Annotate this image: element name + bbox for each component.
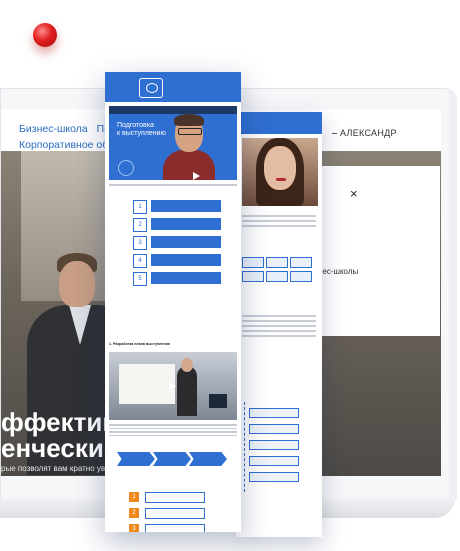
diagram-box [290, 257, 312, 268]
close-icon[interactable]: × [350, 186, 358, 201]
process-chevrons [117, 452, 227, 466]
chevron-step [189, 452, 227, 466]
diagram-box [266, 271, 288, 282]
flow-number: 3 [129, 524, 139, 532]
document-preview-main: Подготовка к выступлению 1 2 3 4 5 1. Ра… [105, 72, 241, 532]
flow-number: 1 [129, 492, 139, 502]
lips [276, 178, 286, 181]
video-title: Подготовка к выступлению [117, 122, 166, 138]
document-preview-right [236, 112, 322, 537]
step-number: 3 [133, 236, 147, 250]
chevron-step [153, 452, 191, 466]
video-player-plan[interactable] [109, 352, 237, 420]
step-item: 1 [133, 200, 223, 214]
whiteboard [119, 364, 175, 404]
school-logo-icon [209, 394, 227, 408]
numbered-flow: 1 2 3 4 [129, 492, 219, 532]
flow-box [249, 472, 299, 482]
step-label [151, 218, 221, 230]
step-label [151, 254, 221, 266]
flow-box [249, 440, 299, 450]
doc-right-header [236, 112, 322, 134]
step-number: 1 [133, 200, 147, 214]
diagram-box [266, 257, 288, 268]
steps-list: 1 2 3 4 5 [133, 200, 223, 290]
presenter-glasses [178, 128, 202, 135]
step-item: 4 [133, 254, 223, 268]
text-line [242, 325, 316, 327]
step-number: 5 [133, 272, 147, 286]
step-item: 2 [133, 218, 223, 232]
flow-label [145, 524, 205, 532]
step-label [151, 272, 221, 284]
diagram-box [290, 271, 312, 282]
user-name[interactable]: АЛЕКСАНДР [332, 128, 397, 138]
step-label [151, 200, 221, 212]
side-text: нес-школы [318, 267, 359, 276]
text-line [109, 427, 237, 430]
text-line [242, 315, 316, 317]
face [264, 146, 296, 190]
step-item: 5 [133, 272, 223, 286]
side-panel [310, 166, 440, 336]
doc-right-diagram [242, 257, 316, 297]
flow-label [145, 508, 205, 519]
doc-header [105, 72, 241, 102]
video-topbar [109, 106, 237, 114]
step-item: 3 [133, 236, 223, 250]
flow-number: 2 [129, 508, 139, 518]
presenter-body [163, 150, 215, 180]
text-line [242, 330, 316, 332]
nav-link-business-school[interactable]: Бизнес-школа [19, 123, 88, 135]
text-line [242, 220, 316, 222]
paragraph-text [109, 424, 237, 438]
text-line [109, 434, 237, 437]
section-heading: 1. Разработка плана выступления [109, 342, 170, 346]
video-caption [109, 184, 237, 187]
text-line [109, 424, 237, 426]
text-line [242, 225, 316, 227]
hero-businessman-photo [19, 181, 137, 475]
diagram-box [242, 257, 264, 268]
doc-logo-icon [139, 78, 163, 98]
video-title-line2: к выступлению [117, 130, 166, 137]
doc-right-text [236, 212, 322, 230]
flow-label [145, 492, 205, 503]
flow-box [249, 456, 299, 466]
play-icon[interactable] [193, 172, 200, 180]
step-label [151, 236, 221, 248]
play-icon[interactable] [169, 382, 176, 390]
text-line [242, 320, 316, 322]
flow-box [249, 408, 299, 418]
step-number: 4 [133, 254, 147, 268]
school-badge-icon [118, 160, 134, 176]
flow-item: 3 [129, 524, 219, 532]
video-player-preparation[interactable]: Подготовка к выступлению [109, 106, 237, 180]
text-line [109, 184, 237, 186]
text-line [242, 335, 316, 337]
presenter-hair [174, 114, 204, 126]
red-sphere-decoration [33, 23, 57, 47]
text-line [109, 431, 237, 433]
step-number: 2 [133, 218, 147, 232]
flow-item: 2 [129, 508, 219, 519]
head [59, 261, 95, 307]
presenter-woman-body [177, 366, 197, 416]
flow-box [249, 424, 299, 434]
video-title-line1: Подготовка [117, 122, 154, 129]
flow-item: 1 [129, 492, 219, 503]
woman-video-photo [242, 138, 318, 206]
text-line [242, 215, 316, 217]
diagram-box [242, 271, 264, 282]
chevron-step [117, 452, 155, 466]
presenter-woman-head [181, 358, 193, 372]
doc-right-flow [244, 402, 299, 492]
doc-right-text-2 [236, 312, 322, 340]
